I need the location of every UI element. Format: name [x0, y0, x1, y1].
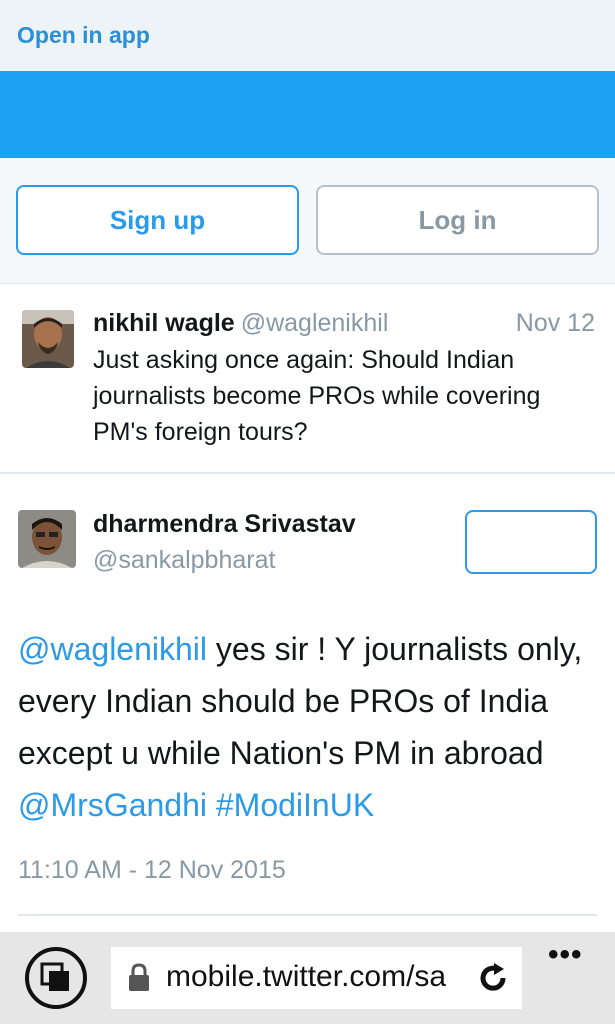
mention-link[interactable]: @MrsGandhi: [18, 787, 207, 823]
tweet-timestamp[interactable]: 11:10 AM - 12 Nov 2015: [18, 856, 286, 885]
lock-icon: [127, 963, 151, 998]
auth-row: Sign up Log in: [0, 158, 615, 284]
reload-icon[interactable]: [476, 961, 510, 1000]
tweet-text: Just asking once again: Should Indian jo…: [93, 346, 541, 446]
author-name[interactable]: dharmendra Srivastav: [93, 510, 356, 539]
log-in-button[interactable]: Log in: [316, 185, 599, 255]
tabs-icon[interactable]: [25, 947, 87, 1009]
browser-toolbar: mobile.twitter.com/sa •••: [0, 932, 615, 1024]
parent-tweet[interactable]: nikhil wagle @waglenikhil Nov 12 Just ask…: [0, 284, 615, 916]
address-bar[interactable]: mobile.twitter.com/sa: [111, 947, 522, 1009]
author-handle[interactable]: @waglenikhil: [241, 309, 389, 337]
open-in-app-link[interactable]: Open in app: [17, 22, 150, 49]
follow-button[interactable]: [465, 510, 597, 574]
divider: [18, 914, 597, 916]
author-handle[interactable]: @sankalpbharat: [93, 546, 275, 575]
url-text[interactable]: mobile.twitter.com/sa: [166, 960, 476, 994]
mention-link[interactable]: @waglenikhil: [18, 631, 207, 667]
sign-up-button[interactable]: Sign up: [16, 185, 299, 255]
author-name[interactable]: nikhil wagle: [93, 309, 235, 337]
hashtag-link[interactable]: #ModiInUK: [216, 787, 374, 823]
open-in-app-bar: Open in app: [0, 0, 615, 71]
header-banner: [0, 71, 615, 158]
tweet-date[interactable]: Nov 12: [516, 309, 595, 338]
avatar[interactable]: [22, 310, 74, 368]
avatar[interactable]: [18, 510, 76, 568]
tweet-header: nikhil wagle @waglenikhil: [93, 309, 388, 338]
more-icon[interactable]: •••: [548, 938, 583, 972]
tweet-text: @waglenikhil yes sir ! Y journalists onl…: [18, 623, 608, 831]
